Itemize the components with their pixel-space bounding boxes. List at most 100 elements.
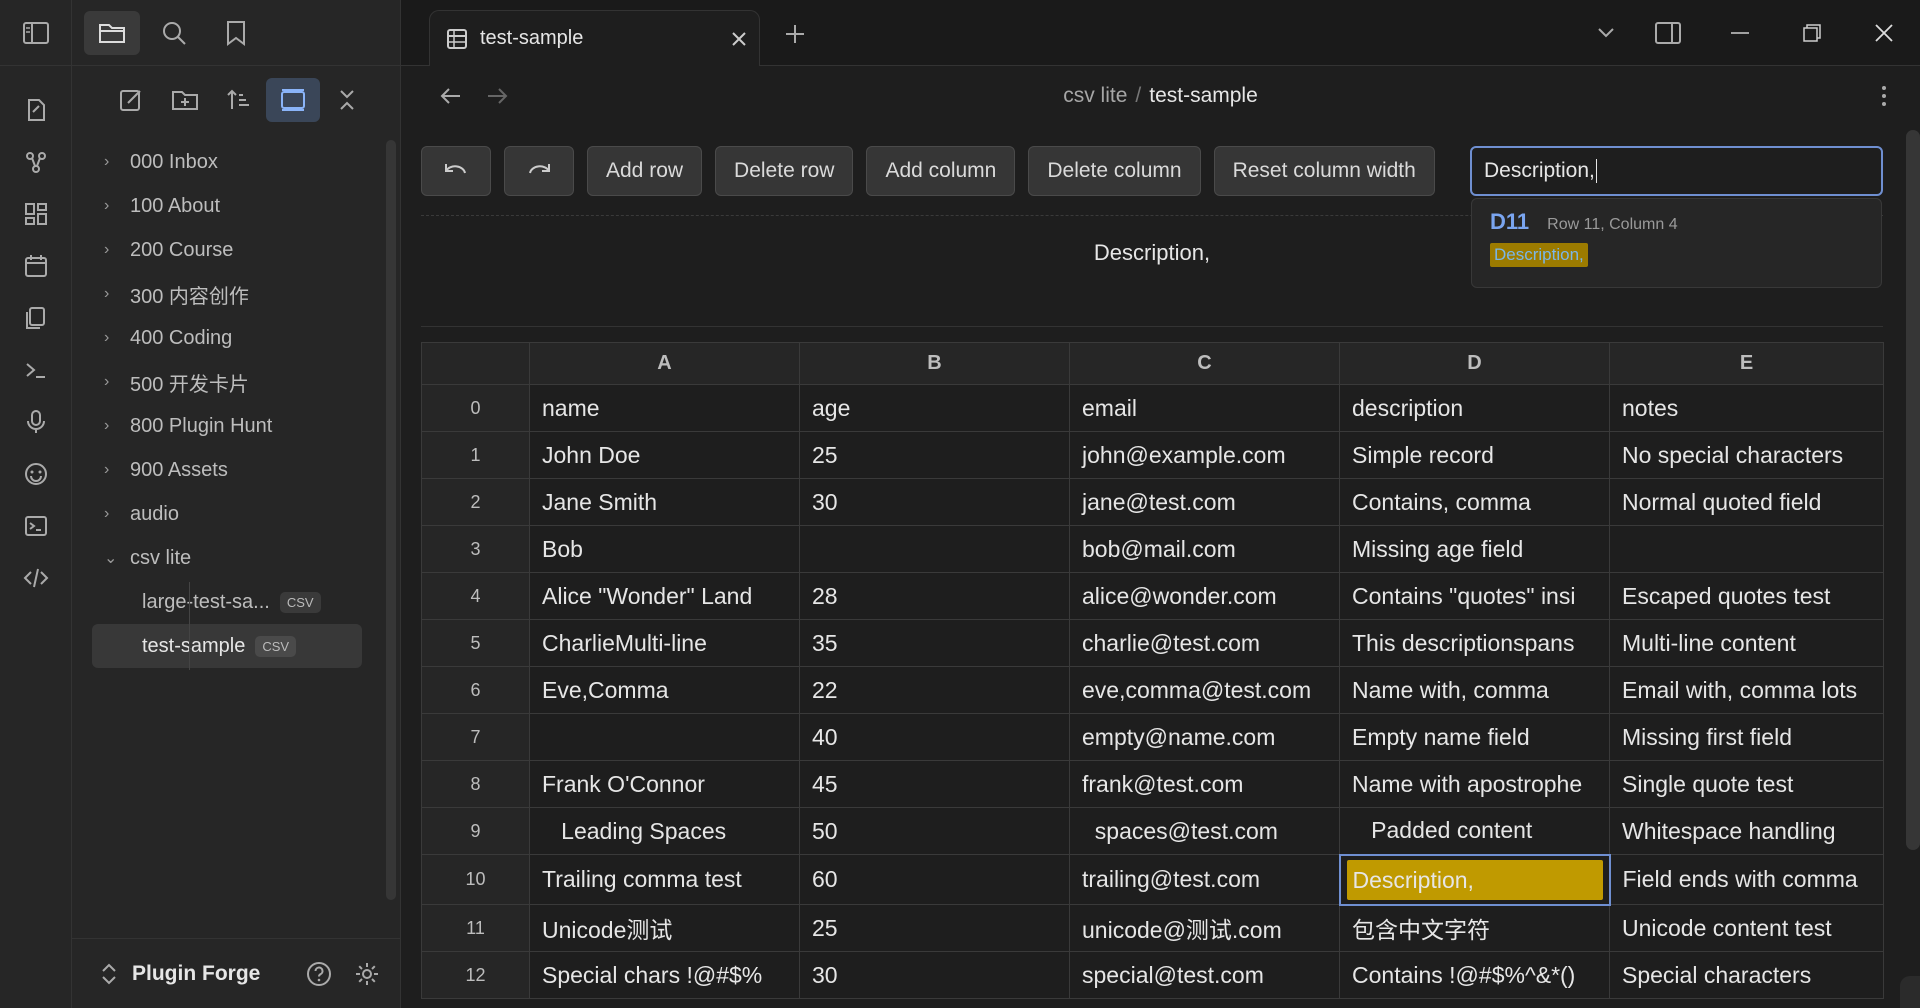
table-cell[interactable]: Missing first field (1609, 713, 1884, 761)
breadcrumb-folder[interactable]: csv lite (1063, 84, 1127, 107)
close-window-button[interactable] (1848, 0, 1920, 66)
code-icon[interactable] (18, 560, 54, 596)
sidebar-toggle-icon[interactable] (18, 15, 54, 51)
table-cell[interactable]: Contains !@#$%^&*() (1339, 951, 1610, 999)
console-icon[interactable] (18, 508, 54, 544)
table-cell[interactable]: Special characters (1609, 951, 1884, 999)
table-cell[interactable]: Eve,Comma (529, 666, 800, 714)
table-cell[interactable]: 35 (799, 619, 1070, 667)
delete-row-button[interactable]: Delete row (715, 146, 854, 196)
delete-column-button[interactable]: Delete column (1028, 146, 1201, 196)
column-header-a[interactable]: A (529, 342, 800, 385)
table-cell[interactable] (529, 713, 800, 761)
table-cell[interactable]: Leading Spaces (529, 807, 800, 855)
tab-list-button[interactable] (1580, 0, 1632, 66)
table-cell[interactable]: No special characters (1609, 431, 1884, 479)
column-header-c[interactable]: C (1069, 342, 1340, 385)
file-large-test-sample[interactable]: large-test-sa... CSV (92, 580, 382, 624)
table-cell[interactable]: Whitespace handling (1609, 807, 1884, 855)
sort-button[interactable] (212, 78, 266, 122)
table-cell[interactable]: Normal quoted field (1609, 478, 1884, 526)
table-cell[interactable]: Trailing comma test (529, 854, 800, 905)
table-cell[interactable]: Name with, comma (1339, 666, 1610, 714)
table-cell[interactable]: Padded content (1339, 807, 1610, 855)
row-number[interactable]: 1 (421, 431, 530, 479)
bookmarks-tab[interactable] (208, 11, 264, 55)
row-number[interactable]: 11 (421, 904, 530, 952)
folder-audio[interactable]: › audio (72, 492, 382, 536)
search-tab[interactable] (146, 11, 202, 55)
add-column-button[interactable]: Add column (866, 146, 1016, 196)
column-header-d[interactable]: D (1339, 342, 1610, 385)
table-cell[interactable]: Alice "Wonder" Land (529, 572, 800, 620)
microphone-icon[interactable] (18, 404, 54, 440)
table-cell[interactable]: Unicode测试 (529, 904, 800, 952)
table-cell[interactable]: 包含中文字符 (1339, 904, 1610, 952)
table-cell[interactable]: 45 (799, 760, 1070, 808)
vault-switch-icon[interactable] (100, 961, 118, 987)
gear-icon[interactable] (353, 960, 381, 988)
table-cell[interactable]: Bob (529, 525, 800, 573)
more-options-button[interactable] (1866, 78, 1902, 114)
folder-500[interactable]: › 500 开发卡片 (72, 360, 382, 404)
folder-300[interactable]: › 300 内容创作 (72, 272, 382, 316)
folder-100-about[interactable]: › 100 About (72, 184, 382, 228)
table-cell[interactable]: trailing@test.com (1069, 854, 1340, 905)
smile-icon[interactable] (18, 456, 54, 492)
table-cell[interactable] (1609, 525, 1884, 573)
row-number[interactable]: 4 (421, 572, 530, 620)
new-note-icon[interactable] (18, 92, 54, 128)
canvas-icon[interactable] (18, 196, 54, 232)
table-cell[interactable]: John Doe (529, 431, 800, 479)
row-number[interactable]: 8 (421, 760, 530, 808)
terminal-icon[interactable] (18, 352, 54, 388)
table-cell[interactable]: notes (1609, 384, 1884, 432)
table-cell[interactable]: unicode@测试.com (1069, 904, 1340, 952)
table-cell[interactable]: name (529, 384, 800, 432)
collapse-all-button[interactable] (320, 78, 374, 122)
table-cell[interactable]: Field ends with comma (1609, 854, 1884, 905)
table-cell[interactable]: jane@test.com (1069, 478, 1340, 526)
breadcrumb-file[interactable]: test-sample (1149, 84, 1258, 107)
table-cell[interactable]: Email with, comma lots (1609, 666, 1884, 714)
reset-column-width-button[interactable]: Reset column width (1213, 146, 1435, 196)
table-cell[interactable]: Contains, comma (1339, 478, 1610, 526)
table-cell[interactable]: Jane Smith (529, 478, 800, 526)
table-cell[interactable]: This descriptionspans (1339, 619, 1610, 667)
folder-400-coding[interactable]: › 400 Coding (72, 316, 382, 360)
table-cell[interactable]: spaces@test.com (1069, 807, 1340, 855)
table-cell[interactable]: alice@wonder.com (1069, 572, 1340, 620)
table-cell[interactable]: age (799, 384, 1070, 432)
undo-button[interactable] (421, 146, 491, 196)
vault-name[interactable]: Plugin Forge (132, 962, 305, 986)
table-cell[interactable]: Escaped quotes test (1609, 572, 1884, 620)
table-cell[interactable]: eve,comma@test.com (1069, 666, 1340, 714)
search-input[interactable]: Description, (1470, 146, 1883, 196)
table-cell[interactable]: Single quote test (1609, 760, 1884, 808)
row-number[interactable]: 3 (421, 525, 530, 573)
graph-icon[interactable] (18, 144, 54, 180)
row-number[interactable]: 9 (421, 807, 530, 855)
table-cell[interactable]: Simple record (1339, 431, 1610, 479)
folder-800-plugin-hunt[interactable]: › 800 Plugin Hunt (72, 404, 382, 448)
table-cell[interactable]: 30 (799, 478, 1070, 526)
main-scrollbar[interactable] (1906, 130, 1920, 850)
row-number[interactable]: 7 (421, 713, 530, 761)
folder-000-inbox[interactable]: › 000 Inbox (72, 140, 382, 184)
row-number[interactable]: 10 (421, 854, 530, 905)
table-cell[interactable]: Multi-line content (1609, 619, 1884, 667)
table-cell[interactable]: special@test.com (1069, 951, 1340, 999)
right-sidebar-toggle[interactable] (1632, 0, 1704, 66)
table-cell[interactable]: CharlieMulti-line (529, 619, 800, 667)
row-number[interactable]: 0 (421, 384, 530, 432)
column-header-e[interactable]: E (1609, 342, 1884, 385)
table-cell[interactable]: frank@test.com (1069, 760, 1340, 808)
table-cell[interactable]: 25 (799, 904, 1070, 952)
folder-200-course[interactable]: › 200 Course (72, 228, 382, 272)
search-result-item[interactable]: D11 Row 11, Column 4 Description, (1471, 198, 1882, 288)
folder-csv-lite[interactable]: ⌄ csv lite (72, 536, 382, 580)
copy-icon[interactable] (18, 300, 54, 336)
corner-cell[interactable] (421, 342, 530, 385)
table-cell[interactable]: Special chars !@#$% (529, 951, 800, 999)
auto-reveal-button[interactable] (266, 78, 320, 122)
